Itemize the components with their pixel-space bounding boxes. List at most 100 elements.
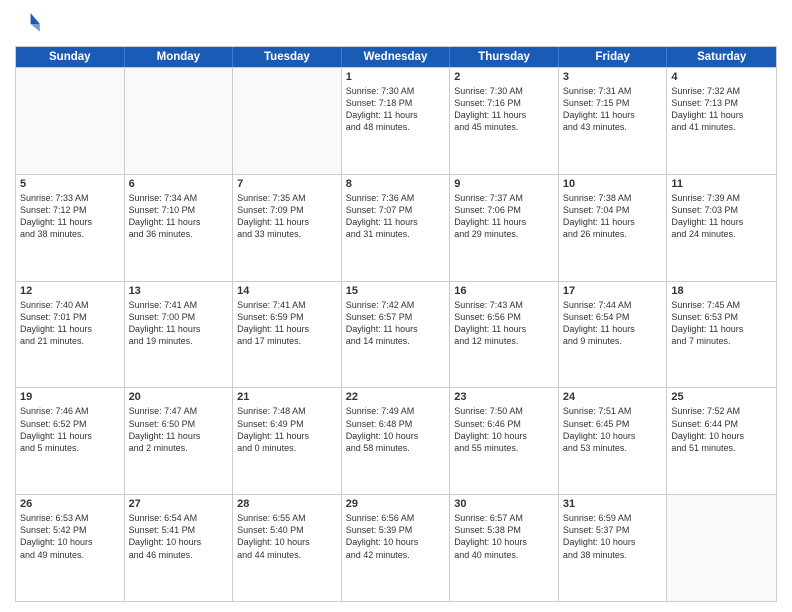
day-info: Sunrise: 7:49 AM Sunset: 6:48 PM Dayligh… bbox=[346, 405, 446, 454]
cal-cell bbox=[16, 68, 125, 174]
day-info: Sunrise: 7:40 AM Sunset: 7:01 PM Dayligh… bbox=[20, 299, 120, 348]
day-info: Sunrise: 6:56 AM Sunset: 5:39 PM Dayligh… bbox=[346, 512, 446, 561]
calendar: SundayMondayTuesdayWednesdayThursdayFrid… bbox=[15, 46, 777, 602]
cal-cell: 16Sunrise: 7:43 AM Sunset: 6:56 PM Dayli… bbox=[450, 282, 559, 388]
cal-cell bbox=[233, 68, 342, 174]
day-info: Sunrise: 7:41 AM Sunset: 6:59 PM Dayligh… bbox=[237, 299, 337, 348]
cal-cell: 26Sunrise: 6:53 AM Sunset: 5:42 PM Dayli… bbox=[16, 495, 125, 601]
day-info: Sunrise: 7:31 AM Sunset: 7:15 PM Dayligh… bbox=[563, 85, 663, 134]
day-info: Sunrise: 7:41 AM Sunset: 7:00 PM Dayligh… bbox=[129, 299, 229, 348]
day-info: Sunrise: 7:39 AM Sunset: 7:03 PM Dayligh… bbox=[671, 192, 772, 241]
day-info: Sunrise: 7:30 AM Sunset: 7:18 PM Dayligh… bbox=[346, 85, 446, 134]
day-info: Sunrise: 7:33 AM Sunset: 7:12 PM Dayligh… bbox=[20, 192, 120, 241]
cal-cell: 10 Sunrise: 7:38 AM Sunset: 7:04 PM Dayli… bbox=[559, 175, 668, 281]
day-number: 22 bbox=[346, 391, 446, 403]
cal-cell: 24 Sunrise: 7:51 AM Sunset: 6:45 PM Dayli… bbox=[559, 388, 668, 494]
day-info: Sunrise: 7:35 AM Sunset: 7:09 PM Dayligh… bbox=[237, 192, 337, 241]
day-info: Sunrise: 7:43 AM Sunset: 6:56 PM Dayligh… bbox=[454, 299, 554, 348]
day-info: Sunrise: 7:37 AM Sunset: 7:06 PM Dayligh… bbox=[454, 192, 554, 241]
day-number: 23 bbox=[454, 391, 554, 403]
week-row-3: 12 Sunrise: 7:40 AM Sunset: 7:01 PM Dayli… bbox=[16, 281, 776, 388]
calendar-header: SundayMondayTuesdayWednesdayThursdayFrid… bbox=[16, 47, 776, 67]
day-info: Sunrise: 7:32 AM Sunset: 7:13 PM Dayligh… bbox=[671, 85, 772, 134]
calendar-body: 1 Sunrise: 7:30 AM Sunset: 7:18 PM Daylig… bbox=[16, 67, 776, 601]
day-number: 13 bbox=[129, 285, 229, 297]
cal-cell: 2 Sunrise: 7:30 AM Sunset: 7:16 PM Daylig… bbox=[450, 68, 559, 174]
day-number: 17 bbox=[563, 285, 663, 297]
day-number: 12 bbox=[20, 285, 120, 297]
cal-cell: 14 Sunrise: 7:41 AM Sunset: 6:59 PM Dayli… bbox=[233, 282, 342, 388]
day-number: 11 bbox=[671, 178, 772, 190]
cal-cell: 28Sunrise: 6:55 AM Sunset: 5:40 PM Dayli… bbox=[233, 495, 342, 601]
day-info: Sunrise: 7:44 AM Sunset: 6:54 PM Dayligh… bbox=[563, 299, 663, 348]
day-number: 27 bbox=[129, 498, 229, 510]
cal-cell: 3 Sunrise: 7:31 AM Sunset: 7:15 PM Daylig… bbox=[559, 68, 668, 174]
day-number: 21 bbox=[237, 391, 337, 403]
cal-cell: 8Sunrise: 7:36 AM Sunset: 7:07 PM Daylig… bbox=[342, 175, 451, 281]
cal-cell bbox=[125, 68, 234, 174]
cal-cell: 27 Sunrise: 6:54 AM Sunset: 5:41 PM Dayli… bbox=[125, 495, 234, 601]
day-number: 3 bbox=[563, 71, 663, 83]
day-info: Sunrise: 7:52 AM Sunset: 6:44 PM Dayligh… bbox=[671, 405, 772, 454]
day-number: 2 bbox=[454, 71, 554, 83]
day-number: 31 bbox=[563, 498, 663, 510]
cal-cell: 29 Sunrise: 6:56 AM Sunset: 5:39 PM Dayli… bbox=[342, 495, 451, 601]
week-row-4: 19 Sunrise: 7:46 AM Sunset: 6:52 PM Dayli… bbox=[16, 387, 776, 494]
cal-cell: 15 Sunrise: 7:42 AM Sunset: 6:57 PM Dayli… bbox=[342, 282, 451, 388]
day-number: 6 bbox=[129, 178, 229, 190]
day-number: 5 bbox=[20, 178, 120, 190]
day-number: 25 bbox=[671, 391, 772, 403]
day-number: 30 bbox=[454, 498, 554, 510]
day-number: 10 bbox=[563, 178, 663, 190]
header-day-tuesday: Tuesday bbox=[233, 47, 342, 67]
day-number: 19 bbox=[20, 391, 120, 403]
cal-cell: 4 Sunrise: 7:32 AM Sunset: 7:13 PM Daylig… bbox=[667, 68, 776, 174]
day-info: Sunrise: 7:46 AM Sunset: 6:52 PM Dayligh… bbox=[20, 405, 120, 454]
day-number: 20 bbox=[129, 391, 229, 403]
logo-icon bbox=[15, 10, 43, 38]
header-day-friday: Friday bbox=[559, 47, 668, 67]
cal-cell: 6 Sunrise: 7:34 AM Sunset: 7:10 PM Daylig… bbox=[125, 175, 234, 281]
day-info: Sunrise: 7:50 AM Sunset: 6:46 PM Dayligh… bbox=[454, 405, 554, 454]
day-number: 15 bbox=[346, 285, 446, 297]
day-info: Sunrise: 7:45 AM Sunset: 6:53 PM Dayligh… bbox=[671, 299, 772, 348]
cal-cell: 9 Sunrise: 7:37 AM Sunset: 7:06 PM Daylig… bbox=[450, 175, 559, 281]
cal-cell: 11 Sunrise: 7:39 AM Sunset: 7:03 PM Dayli… bbox=[667, 175, 776, 281]
cal-cell: 19 Sunrise: 7:46 AM Sunset: 6:52 PM Dayli… bbox=[16, 388, 125, 494]
day-info: Sunrise: 7:38 AM Sunset: 7:04 PM Dayligh… bbox=[563, 192, 663, 241]
header-day-wednesday: Wednesday bbox=[342, 47, 451, 67]
day-info: Sunrise: 6:54 AM Sunset: 5:41 PM Dayligh… bbox=[129, 512, 229, 561]
cal-cell: 18Sunrise: 7:45 AM Sunset: 6:53 PM Dayli… bbox=[667, 282, 776, 388]
day-info: Sunrise: 7:42 AM Sunset: 6:57 PM Dayligh… bbox=[346, 299, 446, 348]
day-number: 14 bbox=[237, 285, 337, 297]
day-number: 9 bbox=[454, 178, 554, 190]
cal-cell: 1 Sunrise: 7:30 AM Sunset: 7:18 PM Daylig… bbox=[342, 68, 451, 174]
cal-cell: 13 Sunrise: 7:41 AM Sunset: 7:00 PM Dayli… bbox=[125, 282, 234, 388]
day-number: 24 bbox=[563, 391, 663, 403]
day-number: 29 bbox=[346, 498, 446, 510]
week-row-2: 5 Sunrise: 7:33 AM Sunset: 7:12 PM Daylig… bbox=[16, 174, 776, 281]
cal-cell: 12 Sunrise: 7:40 AM Sunset: 7:01 PM Dayli… bbox=[16, 282, 125, 388]
cal-cell: 30 Sunrise: 6:57 AM Sunset: 5:38 PM Dayli… bbox=[450, 495, 559, 601]
day-info: Sunrise: 6:59 AM Sunset: 5:37 PM Dayligh… bbox=[563, 512, 663, 561]
page: SundayMondayTuesdayWednesdayThursdayFrid… bbox=[0, 0, 792, 612]
cal-cell: 7Sunrise: 7:35 AM Sunset: 7:09 PM Daylig… bbox=[233, 175, 342, 281]
cal-cell: 22 Sunrise: 7:49 AM Sunset: 6:48 PM Dayli… bbox=[342, 388, 451, 494]
day-number: 1 bbox=[346, 71, 446, 83]
day-number: 28 bbox=[237, 498, 337, 510]
header-day-sunday: Sunday bbox=[16, 47, 125, 67]
day-info: Sunrise: 6:57 AM Sunset: 5:38 PM Dayligh… bbox=[454, 512, 554, 561]
logo bbox=[15, 10, 47, 38]
day-number: 4 bbox=[671, 71, 772, 83]
cal-cell: 20Sunrise: 7:47 AM Sunset: 6:50 PM Dayli… bbox=[125, 388, 234, 494]
header-day-thursday: Thursday bbox=[450, 47, 559, 67]
header bbox=[15, 10, 777, 38]
cal-cell: 25 Sunrise: 7:52 AM Sunset: 6:44 PM Dayli… bbox=[667, 388, 776, 494]
cal-cell: 31 Sunrise: 6:59 AM Sunset: 5:37 PM Dayli… bbox=[559, 495, 668, 601]
day-info: Sunrise: 7:30 AM Sunset: 7:16 PM Dayligh… bbox=[454, 85, 554, 134]
cal-cell: 23 Sunrise: 7:50 AM Sunset: 6:46 PM Dayli… bbox=[450, 388, 559, 494]
cal-cell: 17 Sunrise: 7:44 AM Sunset: 6:54 PM Dayli… bbox=[559, 282, 668, 388]
day-info: Sunrise: 7:36 AM Sunset: 7:07 PM Dayligh… bbox=[346, 192, 446, 241]
day-info: Sunrise: 7:34 AM Sunset: 7:10 PM Dayligh… bbox=[129, 192, 229, 241]
day-info: Sunrise: 7:51 AM Sunset: 6:45 PM Dayligh… bbox=[563, 405, 663, 454]
